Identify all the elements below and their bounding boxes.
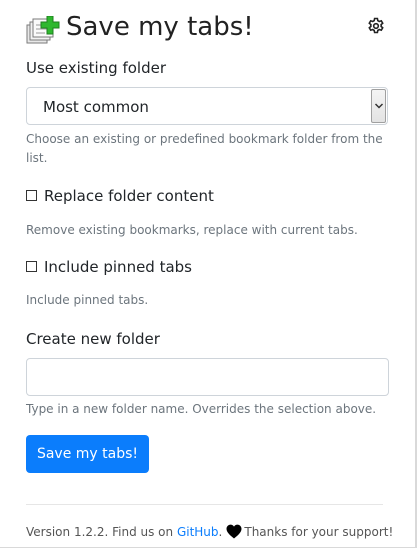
bookmark-add-icon [26, 15, 60, 46]
chevron-down-icon[interactable] [371, 89, 386, 123]
header: Save my tabs! [26, 12, 385, 46]
include-pinned-help: Include pinned tabs. [26, 293, 149, 307]
new-folder-input[interactable] [26, 358, 389, 396]
github-link[interactable]: GitHub [177, 525, 219, 539]
folder-select[interactable]: Most common [26, 87, 388, 125]
folder-select-value: Most common [43, 98, 149, 116]
heart-icon [226, 524, 242, 545]
footer-divider [26, 504, 383, 505]
new-folder-help: Type in a new folder name. Overrides the… [26, 402, 377, 416]
save-tabs-button[interactable]: Save my tabs! [26, 435, 149, 473]
folder-select-help-line2: list. [26, 151, 48, 165]
app-title: Save my tabs! [66, 12, 254, 42]
gear-icon[interactable] [367, 17, 385, 35]
replace-folder-help: Remove existing bookmarks, replace with … [26, 223, 358, 237]
include-pinned-checkbox[interactable] [26, 261, 37, 272]
version-text: Version 1.2.2. Find us on [26, 525, 177, 539]
thanks-text: Thanks for your support! [244, 525, 394, 539]
replace-folder-label[interactable]: Replace folder content [44, 186, 214, 206]
folder-select-label: Use existing folder [26, 59, 167, 77]
replace-folder-checkbox[interactable] [26, 190, 37, 201]
folder-select-help: Choose an existing or predefined bookmar… [26, 130, 383, 168]
new-folder-label: Create new folder [26, 330, 160, 348]
footer: Version 1.2.2. Find us on GitHub. Thanks … [26, 523, 393, 545]
folder-select-help-line1: Choose an existing or predefined bookmar… [26, 132, 383, 146]
include-pinned-label[interactable]: Include pinned tabs [44, 257, 192, 277]
footer-period: . [218, 525, 223, 539]
